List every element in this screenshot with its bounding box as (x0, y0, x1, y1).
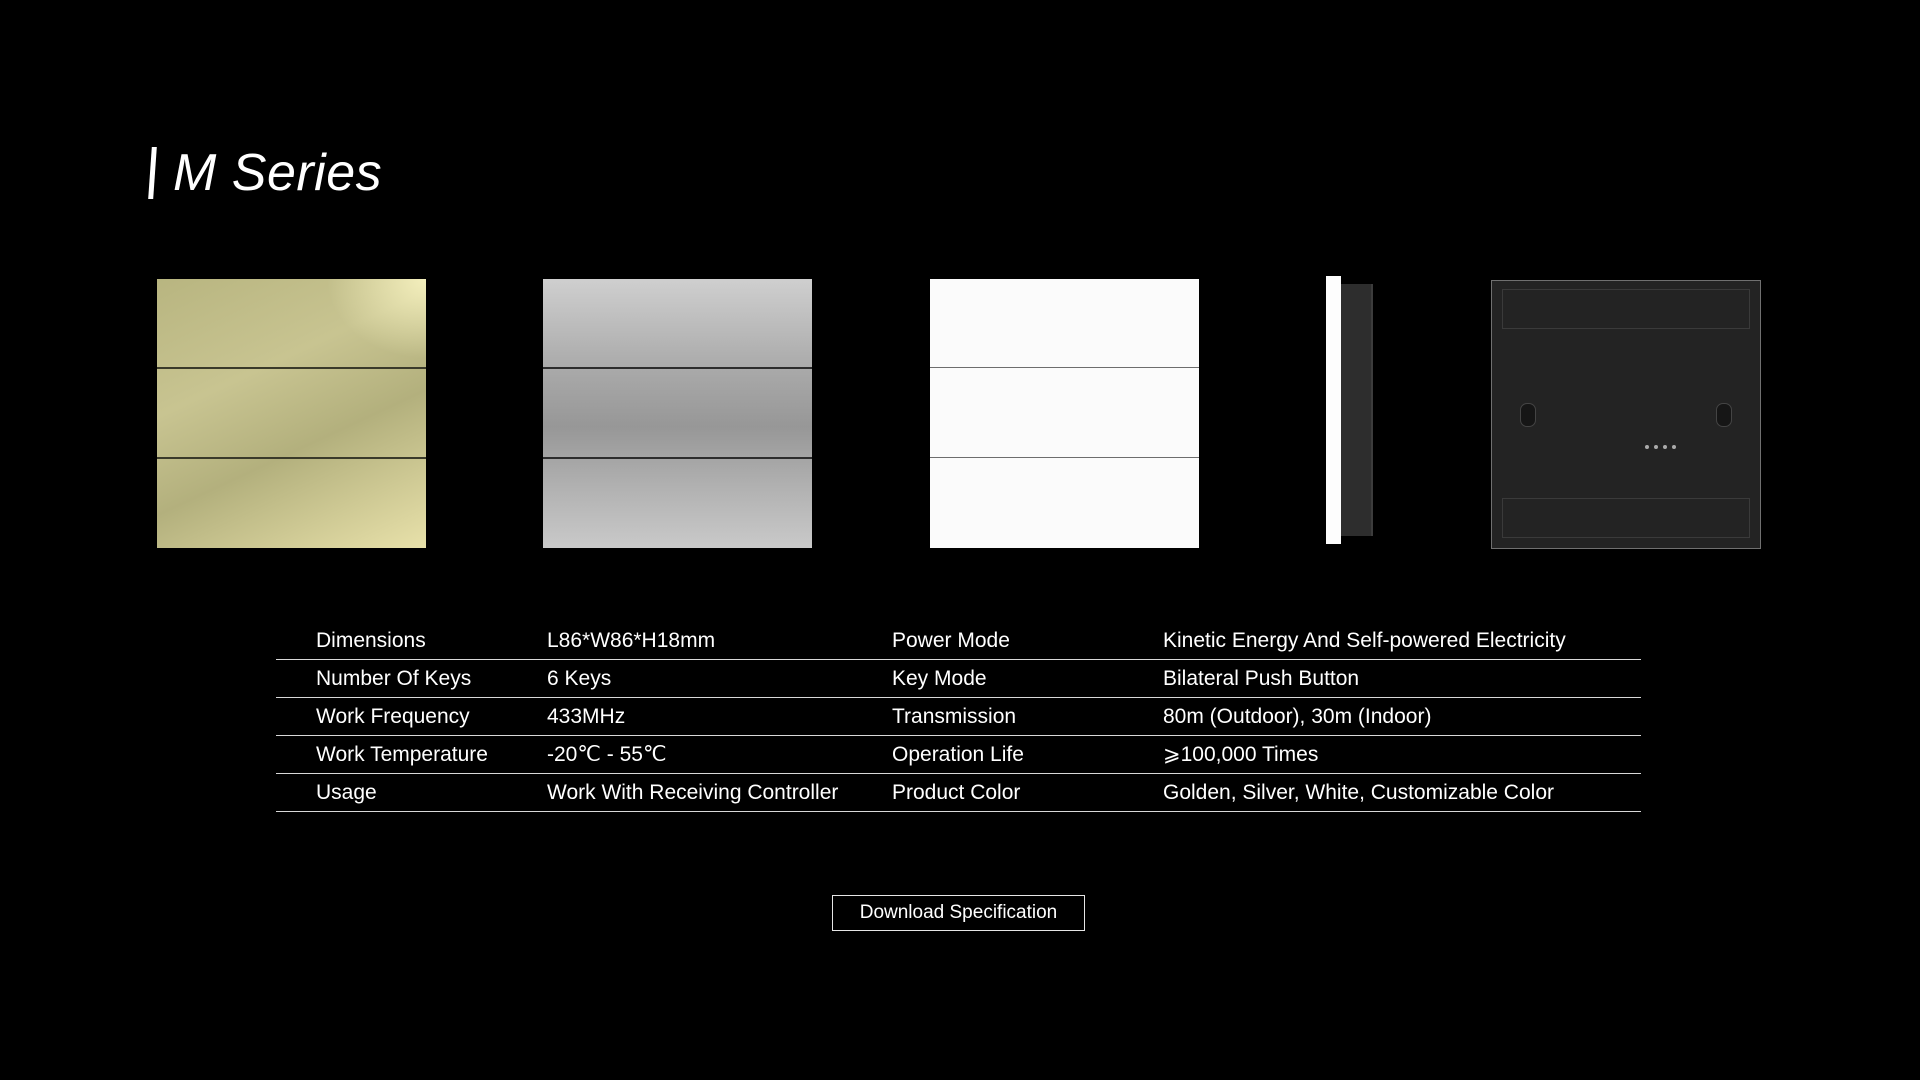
page-title: M Series (148, 143, 383, 203)
key-seam (157, 457, 426, 459)
spec-label: Product Color (892, 780, 1021, 804)
mounting-hole (1520, 403, 1536, 427)
spec-value: 6 Keys (547, 666, 612, 690)
spec-value: Bilateral Push Button (1163, 666, 1360, 690)
side-view-face (1326, 276, 1341, 544)
key-seam (157, 367, 426, 369)
panel-highlight (326, 279, 426, 359)
table-row: Dimensions L86*W86*H18mm Power Mode Kine… (276, 622, 1641, 660)
key-seam (543, 367, 812, 369)
spec-label: Usage (316, 780, 377, 804)
side-view-body (1341, 284, 1373, 536)
back-view-image (1491, 280, 1761, 549)
spec-label: Dimensions (316, 628, 426, 652)
silver-panel-image (543, 279, 812, 548)
page-title-text: M Series (173, 144, 383, 202)
back-recess-bottom (1502, 498, 1750, 538)
side-view-image (1326, 276, 1374, 544)
spec-value: -20℃ - 55℃ (547, 743, 667, 766)
indicator-dots (1645, 445, 1676, 449)
spec-value: Golden, Silver, White, Customizable Colo… (1163, 780, 1554, 804)
download-specification-button[interactable]: Download Specification (832, 895, 1085, 931)
spec-label: Power Mode (892, 628, 1010, 652)
golden-panel-image (157, 279, 426, 548)
mounting-hole (1716, 403, 1732, 427)
spec-label: Work Temperature (316, 742, 488, 766)
specs-table: Dimensions L86*W86*H18mm Power Mode Kine… (276, 622, 1641, 812)
spec-value: Kinetic Energy And Self-powered Electric… (1163, 628, 1566, 652)
table-row: Work Frequency 433MHz Transmission 80m (… (276, 698, 1641, 736)
spec-value: L86*W86*H18mm (547, 628, 716, 652)
key-seam (930, 457, 1199, 458)
table-row: Work Temperature -20℃ - 55℃ Operation Li… (276, 736, 1641, 774)
spec-label: Transmission (892, 704, 1017, 728)
spec-label: Key Mode (892, 666, 987, 690)
spec-label: Number Of Keys (316, 666, 472, 690)
spec-value: Work With Receiving Controller (547, 780, 839, 804)
title-accent-bar (148, 147, 157, 199)
spec-label: Operation Life (892, 742, 1024, 766)
page: M Series Dimensions L86*W86*H18mm Power … (0, 0, 1920, 1080)
white-panel-image (930, 279, 1199, 548)
back-recess-top (1502, 289, 1750, 329)
table-row: Usage Work With Receiving Controller Pro… (276, 774, 1641, 812)
spec-value: 433MHz (547, 704, 626, 728)
table-row: Number Of Keys 6 Keys Key Mode Bilateral… (276, 660, 1641, 698)
spec-value: 80m (Outdoor), 30m (Indoor) (1163, 704, 1432, 728)
spec-value: ⩾100,000 Times (1163, 743, 1319, 766)
spec-label: Work Frequency (316, 704, 470, 728)
key-seam (543, 457, 812, 459)
key-seam (930, 367, 1199, 368)
